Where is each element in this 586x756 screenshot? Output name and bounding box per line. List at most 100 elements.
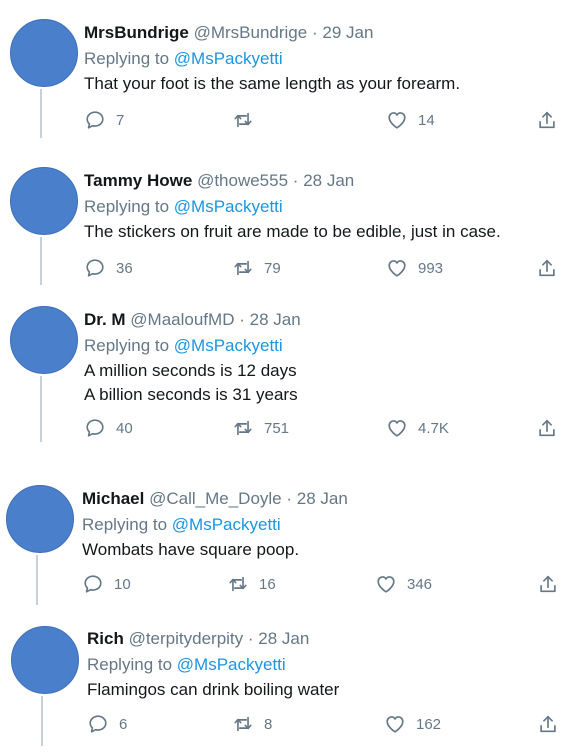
author-handle[interactable]: @MrsBundrige xyxy=(194,23,308,42)
heart-icon xyxy=(377,576,395,593)
tweet-text: A billion seconds is 31 years xyxy=(84,385,298,404)
tweet-header: Tammy Howe @thowe555 · 28 Jan xyxy=(84,168,582,194)
retweet-button[interactable]: 79 xyxy=(232,256,281,280)
author-name[interactable]: Dr. M xyxy=(84,310,126,329)
reply-icon xyxy=(86,419,104,437)
reply-count: 40 xyxy=(116,419,133,437)
tweet-actions: 40 751 4.7K xyxy=(84,416,564,440)
like-button[interactable]: 14 xyxy=(386,108,435,132)
reply-icon xyxy=(89,715,107,733)
share-icon xyxy=(539,419,555,437)
avatar[interactable] xyxy=(6,485,74,553)
replying-to: Replying to @MsPackyetti xyxy=(84,46,582,72)
like-button[interactable]: 993 xyxy=(386,256,443,280)
reply-button[interactable]: 40 xyxy=(84,416,133,440)
replying-to-label: Replying to xyxy=(84,197,170,216)
replying-to-label: Replying to xyxy=(82,515,168,534)
author-handle[interactable]: @MaaloufMD xyxy=(130,310,234,329)
reply-button[interactable]: 6 xyxy=(87,712,127,736)
separator: · xyxy=(286,489,293,508)
share-button[interactable] xyxy=(536,256,558,280)
timestamp[interactable]: 28 Jan xyxy=(250,310,301,329)
retweet-count: 16 xyxy=(259,575,276,593)
replying-to-label: Replying to xyxy=(84,336,170,355)
timestamp[interactable]: 28 Jan xyxy=(303,171,354,190)
reply-icon xyxy=(86,111,104,129)
author-name[interactable]: MrsBundrige xyxy=(84,23,189,42)
avatar[interactable] xyxy=(10,19,78,87)
reply-count: 6 xyxy=(119,715,128,733)
mention-link[interactable]: @MsPackyetti xyxy=(174,49,283,68)
reply-button[interactable]: 10 xyxy=(82,572,131,596)
share-icon xyxy=(540,715,556,733)
author-name[interactable]: Rich xyxy=(87,629,124,648)
author-handle[interactable]: @thowe555 xyxy=(197,171,288,190)
retweet-icon xyxy=(234,716,252,732)
tweet-actions: 6 8 162 xyxy=(87,712,567,736)
like-button[interactable]: 346 xyxy=(375,572,432,596)
avatar[interactable] xyxy=(11,626,79,694)
author-handle[interactable]: @terpityderpity xyxy=(129,629,244,648)
separator: · xyxy=(247,629,254,648)
tweet-text: Wombats have square poop. xyxy=(82,540,300,559)
like-button[interactable]: 162 xyxy=(384,712,441,736)
retweet-count: 8 xyxy=(264,715,273,733)
mention-link[interactable]: @MsPackyetti xyxy=(174,197,283,216)
timestamp[interactable]: 29 Jan xyxy=(322,23,373,42)
retweet-icon xyxy=(229,576,247,592)
share-button[interactable] xyxy=(537,572,559,596)
tweet[interactable]: Dr. M @MaaloufMD · 28 Jan Replying to @M… xyxy=(0,300,586,470)
heart-icon xyxy=(388,112,406,129)
replying-to: Replying to @MsPackyetti xyxy=(82,512,582,538)
reply-count: 36 xyxy=(116,259,133,277)
share-icon xyxy=(539,259,555,277)
thread-line xyxy=(40,376,42,442)
mention-link[interactable]: @MsPackyetti xyxy=(174,336,283,355)
timestamp[interactable]: 28 Jan xyxy=(297,489,348,508)
tweet[interactable]: Tammy Howe @thowe555 · 28 Jan Replying t… xyxy=(0,160,586,300)
reply-icon xyxy=(86,259,104,277)
tweet-header: Dr. M @MaaloufMD · 28 Jan xyxy=(84,307,582,333)
tweet[interactable]: Michael @Call_Me_Doyle · 28 Jan Replying… xyxy=(0,470,586,618)
tweet-text: The stickers on fruit are made to be edi… xyxy=(84,222,501,241)
retweet-button[interactable] xyxy=(232,108,264,132)
tweet-text: That your foot is the same length as you… xyxy=(84,74,461,93)
like-button[interactable]: 4.7K xyxy=(386,416,449,440)
thread-line xyxy=(36,555,38,605)
timestamp[interactable]: 28 Jan xyxy=(258,629,309,648)
avatar[interactable] xyxy=(10,167,78,235)
share-icon xyxy=(539,111,555,129)
tweet-text: Flamingos can drink boiling water xyxy=(87,680,340,699)
author-name[interactable]: Tammy Howe xyxy=(84,171,192,190)
share-icon xyxy=(540,575,556,593)
share-button[interactable] xyxy=(537,712,559,736)
tweet-header: Rich @terpityderpity · 28 Jan xyxy=(87,626,582,652)
reply-icon xyxy=(84,575,102,593)
reply-button[interactable]: 7 xyxy=(84,108,124,132)
mention-link[interactable]: @MsPackyetti xyxy=(172,515,281,534)
reply-button[interactable]: 36 xyxy=(84,256,133,280)
author-name[interactable]: Michael xyxy=(82,489,144,508)
mention-link[interactable]: @MsPackyetti xyxy=(177,655,286,674)
like-count: 993 xyxy=(418,259,444,277)
replying-to-label: Replying to xyxy=(87,655,173,674)
thread-line xyxy=(40,237,42,285)
share-button[interactable] xyxy=(536,108,558,132)
tweet-header: MrsBundrige @MrsBundrige · 29 Jan xyxy=(84,20,582,46)
retweet-button[interactable]: 751 xyxy=(232,416,289,440)
retweet-icon xyxy=(234,260,252,276)
retweet-button[interactable]: 8 xyxy=(232,712,272,736)
tweet-text: A million seconds is 12 days xyxy=(84,361,297,380)
share-button[interactable] xyxy=(536,416,558,440)
reply-count: 10 xyxy=(114,575,131,593)
reply-count: 7 xyxy=(116,111,125,129)
tweet[interactable]: MrsBundrige @MrsBundrige · 29 Jan Replyi… xyxy=(0,0,586,160)
tweet[interactable]: Rich @terpityderpity · 28 Jan Replying t… xyxy=(0,618,586,756)
retweet-button[interactable]: 16 xyxy=(227,572,276,596)
author-handle[interactable]: @Call_Me_Doyle xyxy=(149,489,282,508)
heart-icon xyxy=(388,420,406,437)
separator: · xyxy=(239,310,245,329)
replying-to: Replying to @MsPackyetti xyxy=(87,652,582,678)
avatar[interactable] xyxy=(10,306,78,374)
replying-to: Replying to @MsPackyetti xyxy=(84,333,582,359)
